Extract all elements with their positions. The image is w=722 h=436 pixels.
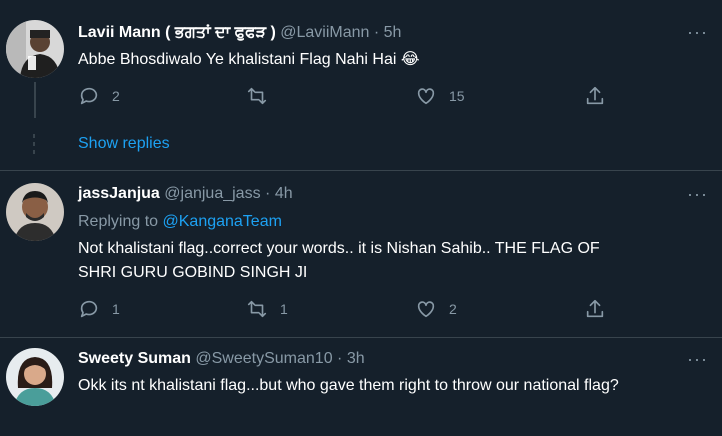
tweet-text: Okk its nt khalistani flag...but who gav… — [78, 377, 619, 394]
like-count: 15 — [449, 88, 465, 104]
show-replies-link[interactable]: Show replies — [78, 135, 170, 153]
thread-line — [34, 82, 36, 118]
reply-button[interactable]: 2 — [78, 85, 120, 107]
tweet-2[interactable]: jassJanjua @janjua_jass · 4h ··· Replyin… — [0, 171, 722, 337]
replying-to: Replying to @KanganaTeam — [78, 213, 282, 231]
retweet-button[interactable]: 1 — [246, 298, 288, 320]
retweet-button[interactable] — [246, 85, 280, 107]
share-button[interactable] — [584, 85, 606, 107]
reply-button[interactable]: 1 — [78, 298, 120, 320]
timestamp[interactable]: 4h — [275, 185, 293, 202]
retweet-count: 1 — [280, 301, 288, 317]
display-name[interactable]: Sweety Suman — [78, 350, 191, 367]
tweet-1[interactable]: Lavii Mann ( ਭਗਤਾਂ ਦਾ ਫੁਫੜ ) @LaviiMann … — [0, 0, 722, 170]
user-handle[interactable]: @janjua_jass — [164, 185, 260, 202]
share-icon — [586, 86, 604, 105]
user-handle[interactable]: @LaviiMann — [280, 24, 369, 41]
tweet-header: jassJanjua @janjua_jass · 4h — [78, 185, 293, 203]
share-button[interactable] — [584, 298, 606, 320]
tweet-text-content: Abbe Bhosdiwalo Ye khalistani Flag Nahi … — [78, 51, 397, 68]
like-icon — [417, 301, 435, 318]
separator: · — [265, 185, 271, 202]
tweet-header: Lavii Mann ( ਭਗਤਾਂ ਦਾ ਫੁਫੜ ) @LaviiMann … — [78, 24, 401, 42]
timestamp[interactable]: 3h — [347, 350, 365, 367]
retweet-icon — [247, 87, 267, 105]
retweet-icon — [247, 300, 267, 318]
more-icon[interactable]: ··· — [687, 22, 708, 43]
reply-icon — [80, 87, 98, 105]
thread-dots — [33, 134, 35, 158]
like-count: 2 — [449, 301, 457, 317]
tweet-3[interactable]: Sweety Suman @SweetySuman10 · 3h ··· Okk… — [0, 338, 722, 436]
avatar[interactable] — [6, 183, 64, 241]
tweet-text: Abbe Bhosdiwalo Ye khalistani Flag Nahi … — [78, 48, 678, 72]
user-handle[interactable]: @SweetySuman10 — [195, 350, 332, 367]
separator: · — [337, 350, 343, 367]
share-icon — [586, 299, 604, 318]
reply-count: 1 — [112, 301, 120, 317]
more-icon[interactable]: ··· — [687, 184, 708, 205]
reply-count: 2 — [112, 88, 120, 104]
more-icon[interactable]: ··· — [687, 349, 708, 370]
replying-to-label: Replying to — [78, 213, 159, 230]
avatar[interactable] — [6, 348, 64, 406]
emoji: 😂 — [400, 51, 420, 68]
display-name[interactable]: Lavii Mann ( ਭਗਤਾਂ ਦਾ ਫੁਫੜ ) — [78, 24, 276, 41]
avatar[interactable] — [6, 20, 64, 78]
like-button[interactable]: 15 — [415, 85, 465, 107]
like-icon — [417, 88, 435, 105]
mention-link[interactable]: @KanganaTeam — [163, 213, 282, 230]
tweet-header: Sweety Suman @SweetySuman10 · 3h — [78, 350, 365, 368]
like-button[interactable]: 2 — [415, 298, 457, 320]
reply-icon — [80, 300, 98, 318]
separator: · — [373, 24, 380, 41]
display-name[interactable]: jassJanjua — [78, 185, 160, 202]
tweet-text: Not khalistani flag..correct your words.… — [78, 240, 600, 281]
timestamp[interactable]: 5h — [384, 24, 402, 41]
